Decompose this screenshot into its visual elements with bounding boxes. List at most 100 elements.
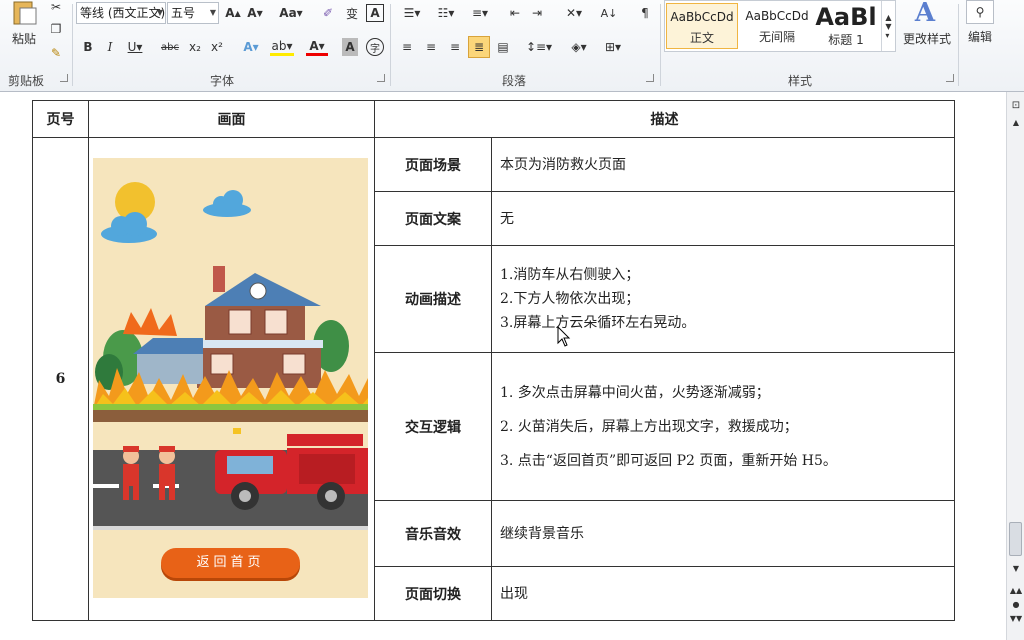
text-effect-icon[interactable]: A▾ <box>240 38 262 56</box>
align-left-icon[interactable]: ≡ <box>398 38 416 56</box>
row-label: 页面文案 <box>374 191 492 246</box>
borders-icon[interactable]: ⊞▾ <box>600 38 626 56</box>
style-sample: AaBbCcDd <box>670 10 734 24</box>
styles-group-label: 样式 <box>788 74 813 88</box>
enclose-char-icon[interactable]: 字 <box>366 38 384 56</box>
style-no-spacing[interactable]: AaBbCcDd 无间隔 <box>741 3 813 49</box>
cloud-right <box>203 190 251 217</box>
header-page-number: 页号 <box>32 100 89 138</box>
row-label: 页面场景 <box>374 137 492 192</box>
separator <box>958 4 959 86</box>
value-line: 1. 多次点击屏幕中间火苗，火势逐渐减弱； <box>500 384 770 401</box>
font-name-value: 等线 (西文正文) <box>80 6 166 20</box>
style-name: 无间隔 <box>758 30 795 44</box>
value-line: 出现 <box>500 585 528 602</box>
justify-icon[interactable]: ≣ <box>468 36 490 58</box>
paragraph-group-label: 段落 <box>502 74 527 88</box>
grass <box>93 404 368 410</box>
copy-icon[interactable]: ❐ <box>48 22 64 36</box>
style-name: 标题 1 <box>828 33 864 47</box>
scroll-up-icon[interactable]: ▲ <box>1009 116 1023 128</box>
clipboard-group-label: 剪贴板 <box>8 74 45 88</box>
numbering-icon[interactable]: ☷▾ <box>432 4 460 22</box>
fire-rescue-illustration: 返回首页 <box>93 158 368 598</box>
cut-icon[interactable]: ✂ <box>48 0 64 14</box>
align-right-icon[interactable]: ≡ <box>446 38 464 56</box>
shrink-font-icon[interactable]: A ▼ <box>246 4 264 22</box>
subscript-icon[interactable]: x₂ <box>186 38 204 56</box>
ribbon: 粘贴 ✂ ❐ ✎ 剪贴板 等线 (西文正文) ▼ 五号 ▼ A ▲ A ▼ Aa▾ ✐ … <box>0 0 1024 92</box>
change-styles-button[interactable]: 更改样式 <box>900 30 954 46</box>
back-home-button[interactable]: 返回首页 <box>161 548 300 578</box>
styles-gallery[interactable]: AaBbCcDd 正文 AaBbCcDd 无间隔 AaBl 标题 1 ▲ ▼ ▾ <box>664 0 896 52</box>
separator <box>390 4 391 86</box>
scrollbar-thumb[interactable] <box>1009 522 1022 556</box>
ruler-toggle-icon[interactable]: ⊡ <box>1009 98 1023 112</box>
clear-format-icon[interactable]: ✐ <box>318 4 338 22</box>
value-line: 1.消防车从右侧驶入； <box>500 267 640 283</box>
change-styles-icon[interactable]: A <box>910 0 940 28</box>
paste-button[interactable]: 粘贴 <box>6 30 42 46</box>
gallery-scroll-icon[interactable]: ▲ ▼ ▾ <box>881 1 895 51</box>
scene-artwork <box>93 182 368 530</box>
header-screen: 画面 <box>88 100 375 138</box>
strikethrough-icon[interactable]: abc <box>160 38 180 56</box>
separator <box>72 4 73 86</box>
value-line: 2.下方人物依次出现； <box>500 291 640 307</box>
sort-icon[interactable]: A↓ <box>600 4 618 22</box>
grow-font-icon[interactable]: A ▲ <box>224 4 242 22</box>
prev-page-icon[interactable]: ▲▲ <box>1009 584 1023 596</box>
next-page-icon[interactable]: ▼▼ <box>1009 612 1023 624</box>
find-icon[interactable]: ⚲ <box>966 0 994 24</box>
show-marks-icon[interactable]: ¶ <box>636 4 654 22</box>
format-painter-icon[interactable]: ✎ <box>48 46 64 60</box>
phonetic-guide-icon[interactable]: 变 <box>342 4 362 22</box>
line-spacing-icon[interactable]: ↕≡▾ <box>526 38 552 56</box>
highlight-icon[interactable]: ab▾ <box>270 38 294 56</box>
styles-launcher[interactable] <box>946 74 954 82</box>
value-line: 无 <box>500 210 514 227</box>
row-label: 动画描述 <box>374 245 492 353</box>
style-heading-1[interactable]: AaBl 标题 1 <box>815 3 877 49</box>
align-center-icon[interactable]: ≡ <box>422 38 440 56</box>
row-value: 出现 <box>491 566 955 621</box>
distributed-icon[interactable]: ▤ <box>494 38 512 56</box>
browse-object-icon[interactable]: ● <box>1009 598 1023 610</box>
change-case-icon[interactable]: Aa▾ <box>278 4 304 22</box>
underline-icon[interactable]: U▾ <box>124 38 146 56</box>
row-value: 本页为消防救火页面 <box>491 137 955 192</box>
italic-icon[interactable]: I <box>102 38 118 56</box>
bullets-icon[interactable]: ☰▾ <box>398 4 426 22</box>
row-value: 1. 多次点击屏幕中间火苗，火势逐渐减弱； 2. 火苗消失后，屏幕上方出现文字，… <box>491 352 955 501</box>
bold-icon[interactable]: B <box>80 38 96 56</box>
font-launcher[interactable] <box>377 74 385 82</box>
chevron-down-icon: ▼ <box>209 8 216 17</box>
vertical-scrollbar[interactable]: ⊡ ▲ ▼ ▲▲ ● ▼▼ <box>1006 92 1024 640</box>
multilevel-list-icon[interactable]: ≡▾ <box>466 4 494 22</box>
clipboard-launcher[interactable] <box>60 74 68 82</box>
row-value: 无 <box>491 191 955 246</box>
font-name-combo[interactable]: 等线 (西文正文) ▼ <box>76 2 166 24</box>
font-color-icon[interactable]: A▾ <box>306 38 328 56</box>
char-shading-icon[interactable]: A <box>342 38 358 56</box>
style-sample: AaBl <box>815 3 877 31</box>
value-line: 本页为消防救火页面 <box>500 156 626 173</box>
curb <box>93 526 368 530</box>
value-line: 2. 火苗消失后，屏幕上方出现文字，救援成功； <box>500 418 798 435</box>
style-normal[interactable]: AaBbCcDd 正文 <box>666 3 738 49</box>
row-value: 继续背景音乐 <box>491 500 955 567</box>
decrease-indent-icon[interactable]: ⇤ <box>506 4 524 22</box>
chinese-layout-icon[interactable]: ✕▾ <box>560 4 588 22</box>
increase-indent-icon[interactable]: ⇥ <box>528 4 546 22</box>
font-size-combo[interactable]: 五号 ▼ <box>167 2 219 24</box>
row-label: 页面切换 <box>374 566 492 621</box>
paste-icon[interactable] <box>8 0 40 26</box>
char-border-icon[interactable]: A <box>366 4 384 22</box>
scroll-down-icon[interactable]: ▼ <box>1009 562 1023 574</box>
superscript-icon[interactable]: x² <box>208 38 226 56</box>
shading-icon[interactable]: ◈▾ <box>566 38 592 56</box>
paragraph-launcher[interactable] <box>646 74 654 82</box>
edit-button[interactable]: 编辑 <box>964 28 996 44</box>
chevron-down-icon: ▼ <box>156 8 163 17</box>
value-line: 3. 点击“返回首页”即可返回 P2 页面，重新开始 H5。 <box>500 452 837 469</box>
